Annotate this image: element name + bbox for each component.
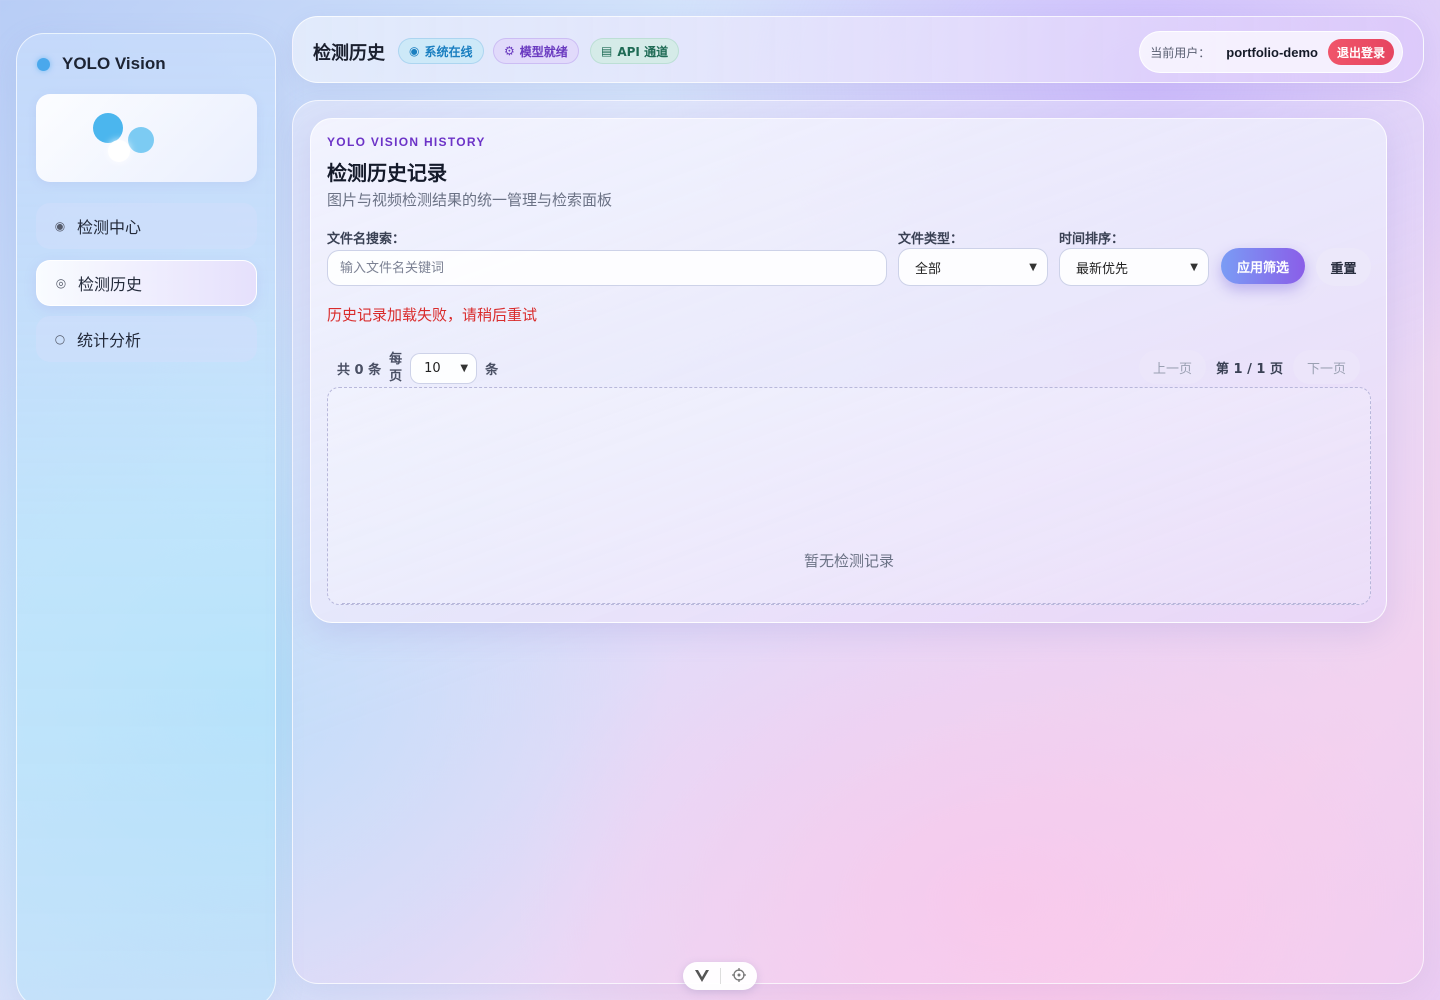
status-badge-label: 系统在线 [424,44,473,59]
eye-icon: ◉ [409,44,420,58]
brand: YOLO Vision [37,54,166,74]
logo-card [36,94,257,182]
sort-select[interactable]: 最新优先 ▼ [1059,248,1209,286]
chevron-down-icon: ▼ [460,362,469,374]
gear-icon: ⚙ [504,44,515,58]
sidebar-item-detection-center[interactable]: ◉ 检测中心 [36,203,257,249]
reset-button[interactable]: 重置 [1316,248,1371,286]
file-type-select[interactable]: 全部 ▼ [898,248,1048,286]
logout-button[interactable]: 退出登录 [1327,39,1394,65]
pagination: 上一页 第 1 / 1 页 下一页 [1139,350,1360,384]
eyebrow: YOLO VISION HISTORY [327,135,486,149]
vue-logo-icon[interactable] [694,967,709,986]
topbar: 检测历史 ◉ 系统在线 ⚙ 模型就绪 ▤ API 通道 当前用户： portfo… [292,16,1424,83]
sidebar: YOLO Vision ◉ 检测中心 ◎ 检测历史 ○ 统计分析 [16,33,276,1000]
sidebar-item-label: 检测历史 [78,275,143,294]
prev-page-button[interactable]: 上一页 [1139,350,1207,384]
error-message: 历史记录加载失败，请稍后重试 [327,306,538,324]
logo-bubble-icon [128,127,154,153]
target-icon: ◎ [55,276,67,290]
brand-name: YOLO Vision [62,54,166,73]
empty-state-text: 暂无检测记录 [803,552,894,570]
chevron-down-icon: ▼ [1029,261,1037,273]
status-badge-label: API 通道 [617,44,669,59]
history-list-empty: 暂无检测记录 [327,387,1371,605]
page-title: 检测历史 [313,43,385,64]
sidebar-item-detection-history[interactable]: ◎ 检测历史 [36,260,257,306]
sort-value: 最新优先 [1076,261,1129,277]
logo-bubble-icon [93,113,123,143]
list-meta: 共 0 条 每 页 10 ▼ 条 [337,351,498,385]
sidebar-item-statistics[interactable]: ○ 统计分析 [36,316,257,362]
document-icon: ▤ [601,44,613,58]
user-name: portfolio-demo [1226,44,1318,60]
per-page-prefix: 每 页 [389,351,402,385]
user-label: 当前用户： [1150,45,1211,60]
type-label: 文件类型： [898,232,964,247]
per-page-value: 10 [424,360,441,376]
file-type-value: 全部 [915,261,942,277]
logo-bubble-icon [108,140,130,162]
search-label: 文件名搜索： [327,232,406,247]
radio-dot-icon: ◉ [54,219,66,233]
per-page-prefix-1: 每 [389,352,403,367]
divider [342,603,1356,604]
inspect-target-icon[interactable] [731,967,746,986]
per-page-prefix-2: 页 [389,369,403,384]
user-box: 当前用户： portfolio-demo 退出登录 [1139,31,1403,73]
apply-filter-button[interactable]: 应用筛选 [1221,248,1305,284]
card-title: 检测历史记录 [327,161,447,185]
history-card: YOLO VISION HISTORY 检测历史记录 图片与视频检测结果的统一管… [310,118,1387,623]
card-subtitle: 图片与视频检测结果的统一管理与检索面板 [327,191,613,209]
search-input[interactable] [327,250,887,286]
sort-label: 时间排序： [1059,232,1125,247]
chevron-down-icon: ▼ [1190,261,1198,273]
page-info: 第 1 / 1 页 [1216,361,1283,377]
status-badge-online: ◉ 系统在线 [398,38,484,64]
status-badge-api: ▤ API 通道 [590,38,680,64]
sidebar-item-label: 检测中心 [77,218,142,237]
next-page-button[interactable]: 下一页 [1292,350,1360,384]
brand-dot-icon [37,57,50,71]
sidebar-item-label: 统计分析 [77,331,142,350]
status-badge-label: 模型就绪 [519,44,568,59]
devtools-toolbar [683,962,757,990]
total-count: 共 0 条 [337,362,382,378]
divider [719,968,721,984]
circle-icon: ○ [54,332,66,346]
status-badge-model: ⚙ 模型就绪 [493,38,579,64]
per-page-suffix: 条 [485,362,499,378]
per-page-select[interactable]: 10 ▼ [410,352,478,384]
